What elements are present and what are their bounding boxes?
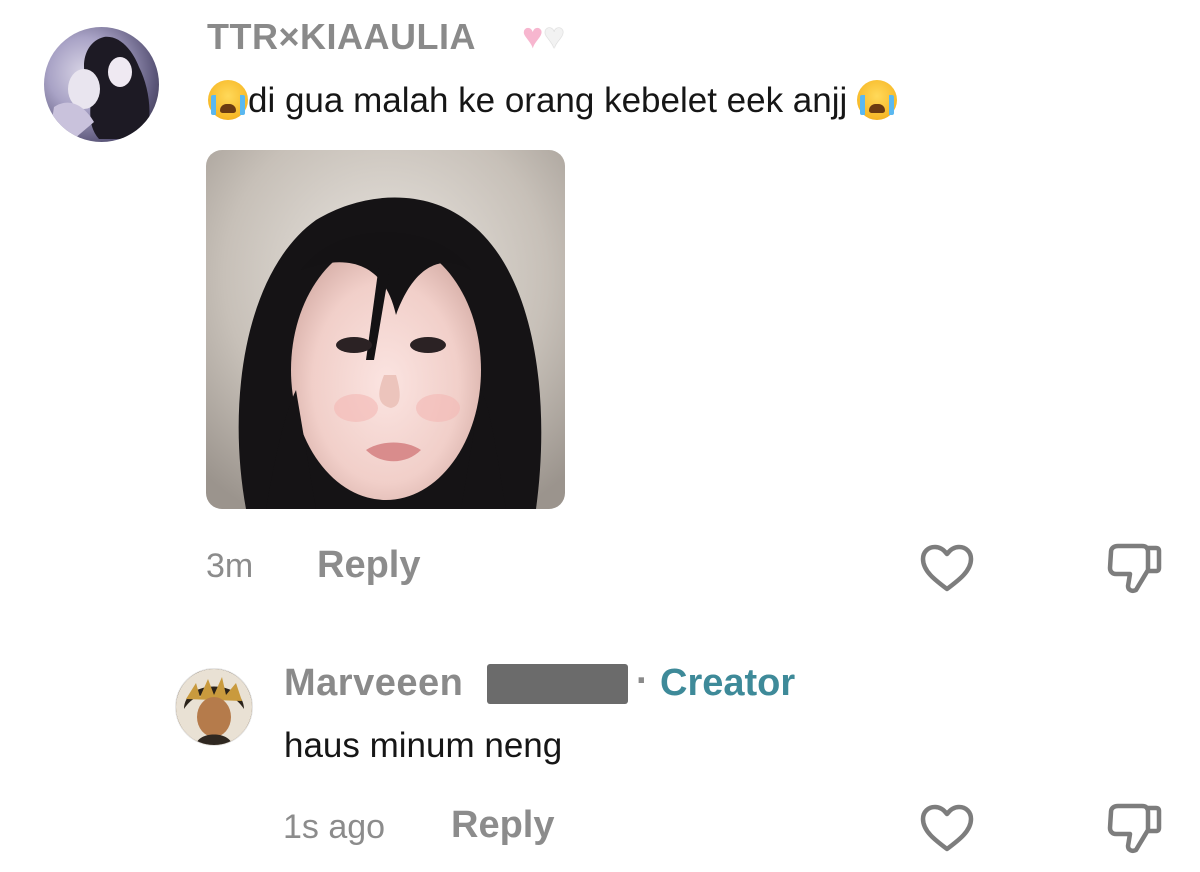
reply-text: haus minum neng	[284, 726, 563, 765]
heart-outline-icon[interactable]	[918, 542, 976, 599]
avatar-creator[interactable]	[175, 668, 253, 746]
avatar-image	[176, 669, 252, 745]
avatar-commenter[interactable]	[44, 27, 159, 142]
comment-username[interactable]: TTR×KIAAULIA	[207, 16, 476, 58]
comment-attached-image[interactable]	[206, 150, 565, 509]
creator-badge: Creator	[660, 662, 796, 704]
crying-face-icon	[857, 80, 898, 120]
redacted-username-bar	[487, 664, 628, 704]
portrait-photo	[206, 150, 565, 509]
thumbs-down-outline-icon[interactable]	[1106, 542, 1162, 601]
username-badge-hearts: ♥♥	[522, 14, 565, 58]
creator-username[interactable]: Marveeen	[284, 662, 463, 705]
creator-separator: ·	[636, 660, 649, 702]
comment-timestamp: 3m	[206, 547, 254, 585]
reply-button[interactable]: Reply	[451, 804, 554, 847]
white-heart-icon: ♥	[543, 15, 565, 56]
thumbs-down-outline-icon[interactable]	[1106, 802, 1162, 861]
comment-text: di gua malah ke orang kebelet eek anjj	[208, 80, 898, 121]
crying-face-icon	[208, 80, 248, 120]
comment-text-body: di gua malah ke orang kebelet eek anjj	[248, 81, 848, 120]
heart-outline-icon[interactable]	[918, 802, 976, 859]
avatar-image	[49, 36, 150, 139]
reply-timestamp: 1s ago	[283, 808, 386, 846]
pink-heart-icon: ♥	[522, 15, 544, 56]
reply-button[interactable]: Reply	[317, 544, 420, 587]
